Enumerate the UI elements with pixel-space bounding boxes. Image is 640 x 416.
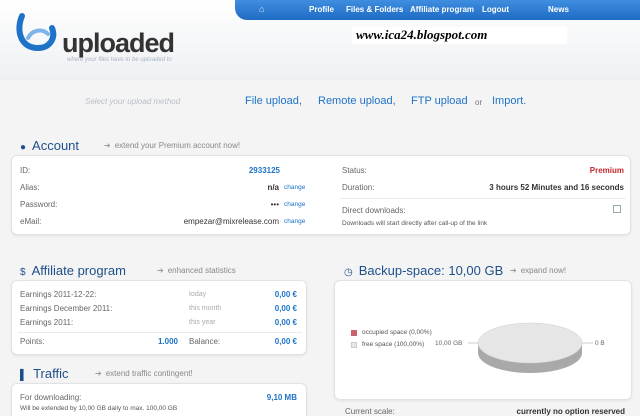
logo-tagline: where your files have to be uploaded to [67,57,172,63]
current-scale-value: currently no option reserved [516,407,625,416]
nav-affiliate-program[interactable]: Affiliate program [410,5,474,14]
nav-news[interactable]: News [548,5,569,14]
home-icon[interactable]: ⌂ [259,4,264,14]
downloading-label: For downloading: [20,393,82,402]
earnings-row-period: this month [189,305,222,312]
id-label: ID: [20,166,31,175]
password-change-link[interactable]: change [284,201,305,208]
earnings-row-value: 0,00 € [274,290,297,299]
password-value: ••• [270,200,279,209]
earnings-row-value: 0,00 € [274,318,297,327]
logo-swirl-icon [16,13,57,52]
earnings-row-value: 0,00 € [274,304,297,313]
legend-free-label: free space (100,00%) [362,341,425,348]
earnings-row-label: Earnings 2011: [20,318,74,327]
upload-method-hint: Select your upload method [85,97,181,106]
divider [340,198,626,199]
divider [18,332,302,333]
pie-slice-free [477,322,583,364]
arrow-icon: ➔ [104,141,111,150]
ftp-upload-link[interactable]: FTP upload [411,95,468,107]
traffic-subtitle[interactable]: ➔ extend traffic contingent! [95,369,193,378]
id-value: 2933125 [248,166,280,175]
password-label: Password: [20,200,58,209]
blog-label: www.ica24.blogspot.com [352,27,567,44]
arrow-icon: ➔ [510,266,517,275]
arrow-icon: ➔ [95,369,102,378]
earnings-row-period: this year [189,319,216,326]
duration-label: Duration: [342,183,375,192]
account-subtitle[interactable]: ➔ extend your Premium account now! [104,141,240,150]
email-change-link[interactable]: change [284,218,305,225]
email-label: eMail: [20,217,42,226]
nav-logout[interactable]: Logout [482,5,509,14]
top-navigation: ⌂ Profile Files & Folders Affiliate prog… [235,0,640,20]
backup-title: ◷ Backup-space: 10,00 GB [344,263,504,278]
earnings-row-label: Earnings 2011-12-22: [20,290,97,299]
dollar-icon: $ [20,267,26,278]
email-value: empezar@mixrelease.com [183,217,279,226]
earnings-row-period: today [189,291,207,298]
logo-text[interactable]: uploaded [62,28,175,59]
bar-chart-icon: ▌ [20,370,28,381]
user-icon: ● [20,142,27,153]
points-value: 1.000 [157,337,178,346]
nav-profile[interactable]: Profile [309,5,334,14]
traffic-title: ▌ Traffic [20,366,69,381]
backup-panel: occupied space (0,00%) free space (100,0… [334,280,632,400]
import-link[interactable]: Import. [492,95,526,107]
alias-label: Alias: [20,183,40,192]
nav-files-folders[interactable]: Files & Folders [346,5,403,14]
account-panel: ID: 2933125 Alias: n/a change Password: … [11,155,631,235]
affiliate-title: $ Affiliate program [20,263,126,278]
duration-value: 3 hours 52 Minutes and 16 seconds [489,183,624,192]
alias-change-link[interactable]: change [284,184,305,191]
balance-label: Balance: [189,337,221,346]
legend-occupied-swatch [351,330,357,336]
direct-downloads-label: Direct downloads: [342,206,406,215]
or-label: or [475,98,483,107]
traffic-panel: For downloading: 9,10 MB Will be extende… [11,383,307,416]
direct-downloads-checkbox[interactable] [613,205,621,213]
alias-value: n/a [267,183,279,192]
backup-subtitle[interactable]: ➔ expand now! [510,266,566,275]
file-upload-link[interactable]: File upload, [245,95,302,107]
downloading-value: 9,10 MB [266,393,297,402]
current-scale-label: Current scale: [345,407,395,416]
legend-free-swatch [351,342,357,348]
earnings-row-label: Earnings December 2011: [20,304,113,313]
arrow-icon: ➔ [157,266,164,275]
affiliate-subtitle[interactable]: ➔ enhanced statistics [157,266,236,275]
status-label: Status: [342,166,367,175]
status-value: Premium [589,166,624,175]
chart-label-left: 10,00 GB [435,340,462,347]
backup-pie-chart: 10,00 GB 0 B [435,322,605,373]
traffic-note: Will be extended by 10,00 GB daily to ma… [20,405,178,412]
direct-downloads-note: Downloads will start directly after call… [342,220,488,227]
clock-icon: ◷ [344,267,353,278]
points-label: Points: [20,337,45,346]
account-title: ● Account [20,138,80,153]
affiliate-panel: Earnings 2011-12-22: today 0,00 € Earnin… [11,280,307,355]
chart-label-right: 0 B [595,340,605,347]
balance-value: 0,00 € [274,337,297,346]
legend-occupied-label: occupied space (0,00%) [362,329,432,336]
remote-upload-link[interactable]: Remote upload, [318,95,396,107]
